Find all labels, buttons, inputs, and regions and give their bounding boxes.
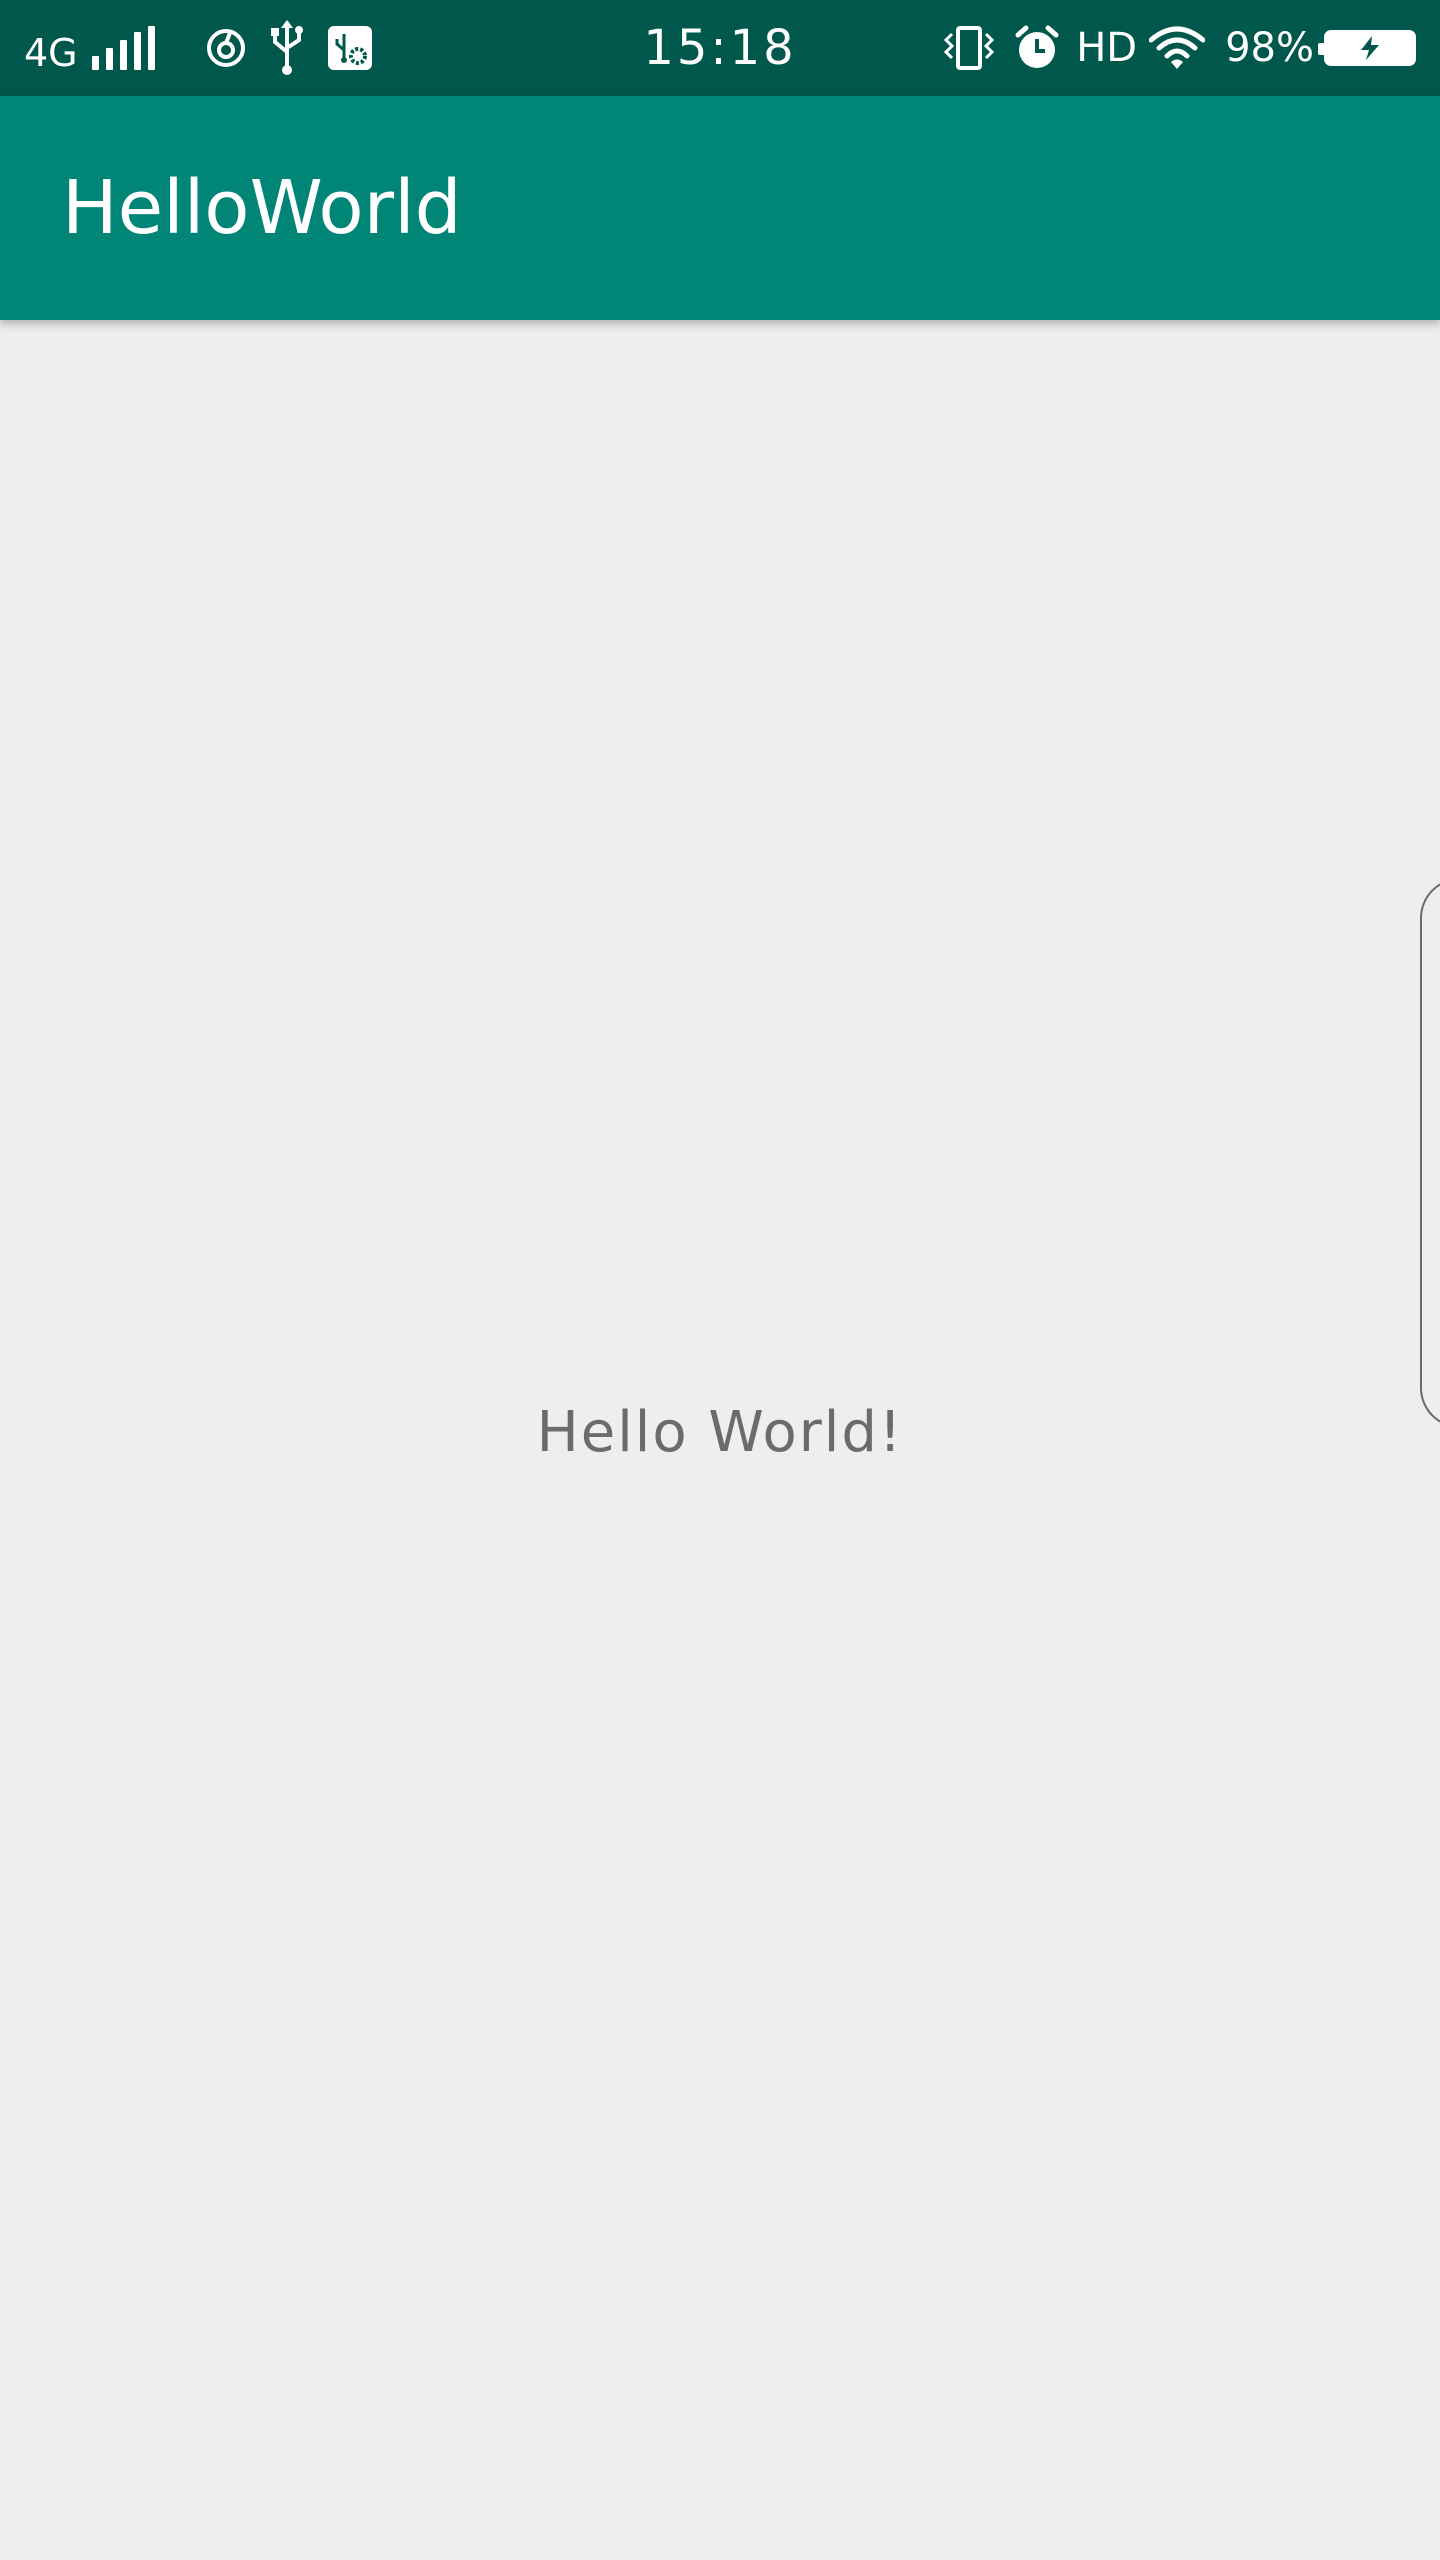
netease-music-icon: [206, 28, 246, 68]
wifi-icon: [1149, 26, 1206, 70]
signal-icon: [91, 26, 162, 70]
main-content: Hello World!: [0, 320, 1440, 2560]
alarm-icon: [1014, 25, 1060, 71]
usb-icon: [270, 20, 304, 76]
network-type-label: 4G: [24, 31, 78, 75]
status-left: 4G: [24, 0, 396, 96]
hello-text: Hello World!: [536, 1400, 904, 1465]
edge-panel-handle[interactable]: [1420, 878, 1440, 1428]
app-title: HelloWorld: [62, 165, 462, 251]
app-bar: HelloWorld: [0, 96, 1440, 320]
vibrate-icon: [942, 24, 996, 72]
status-bar: 4G 15:18 HD 98%: [0, 0, 1440, 96]
hd-label: HD: [1076, 25, 1138, 71]
battery-charging-icon: [1318, 30, 1416, 66]
usb-debug-icon: [327, 26, 372, 70]
status-right: HD 98%: [942, 0, 1416, 96]
battery-percent: 98%: [1225, 25, 1314, 71]
